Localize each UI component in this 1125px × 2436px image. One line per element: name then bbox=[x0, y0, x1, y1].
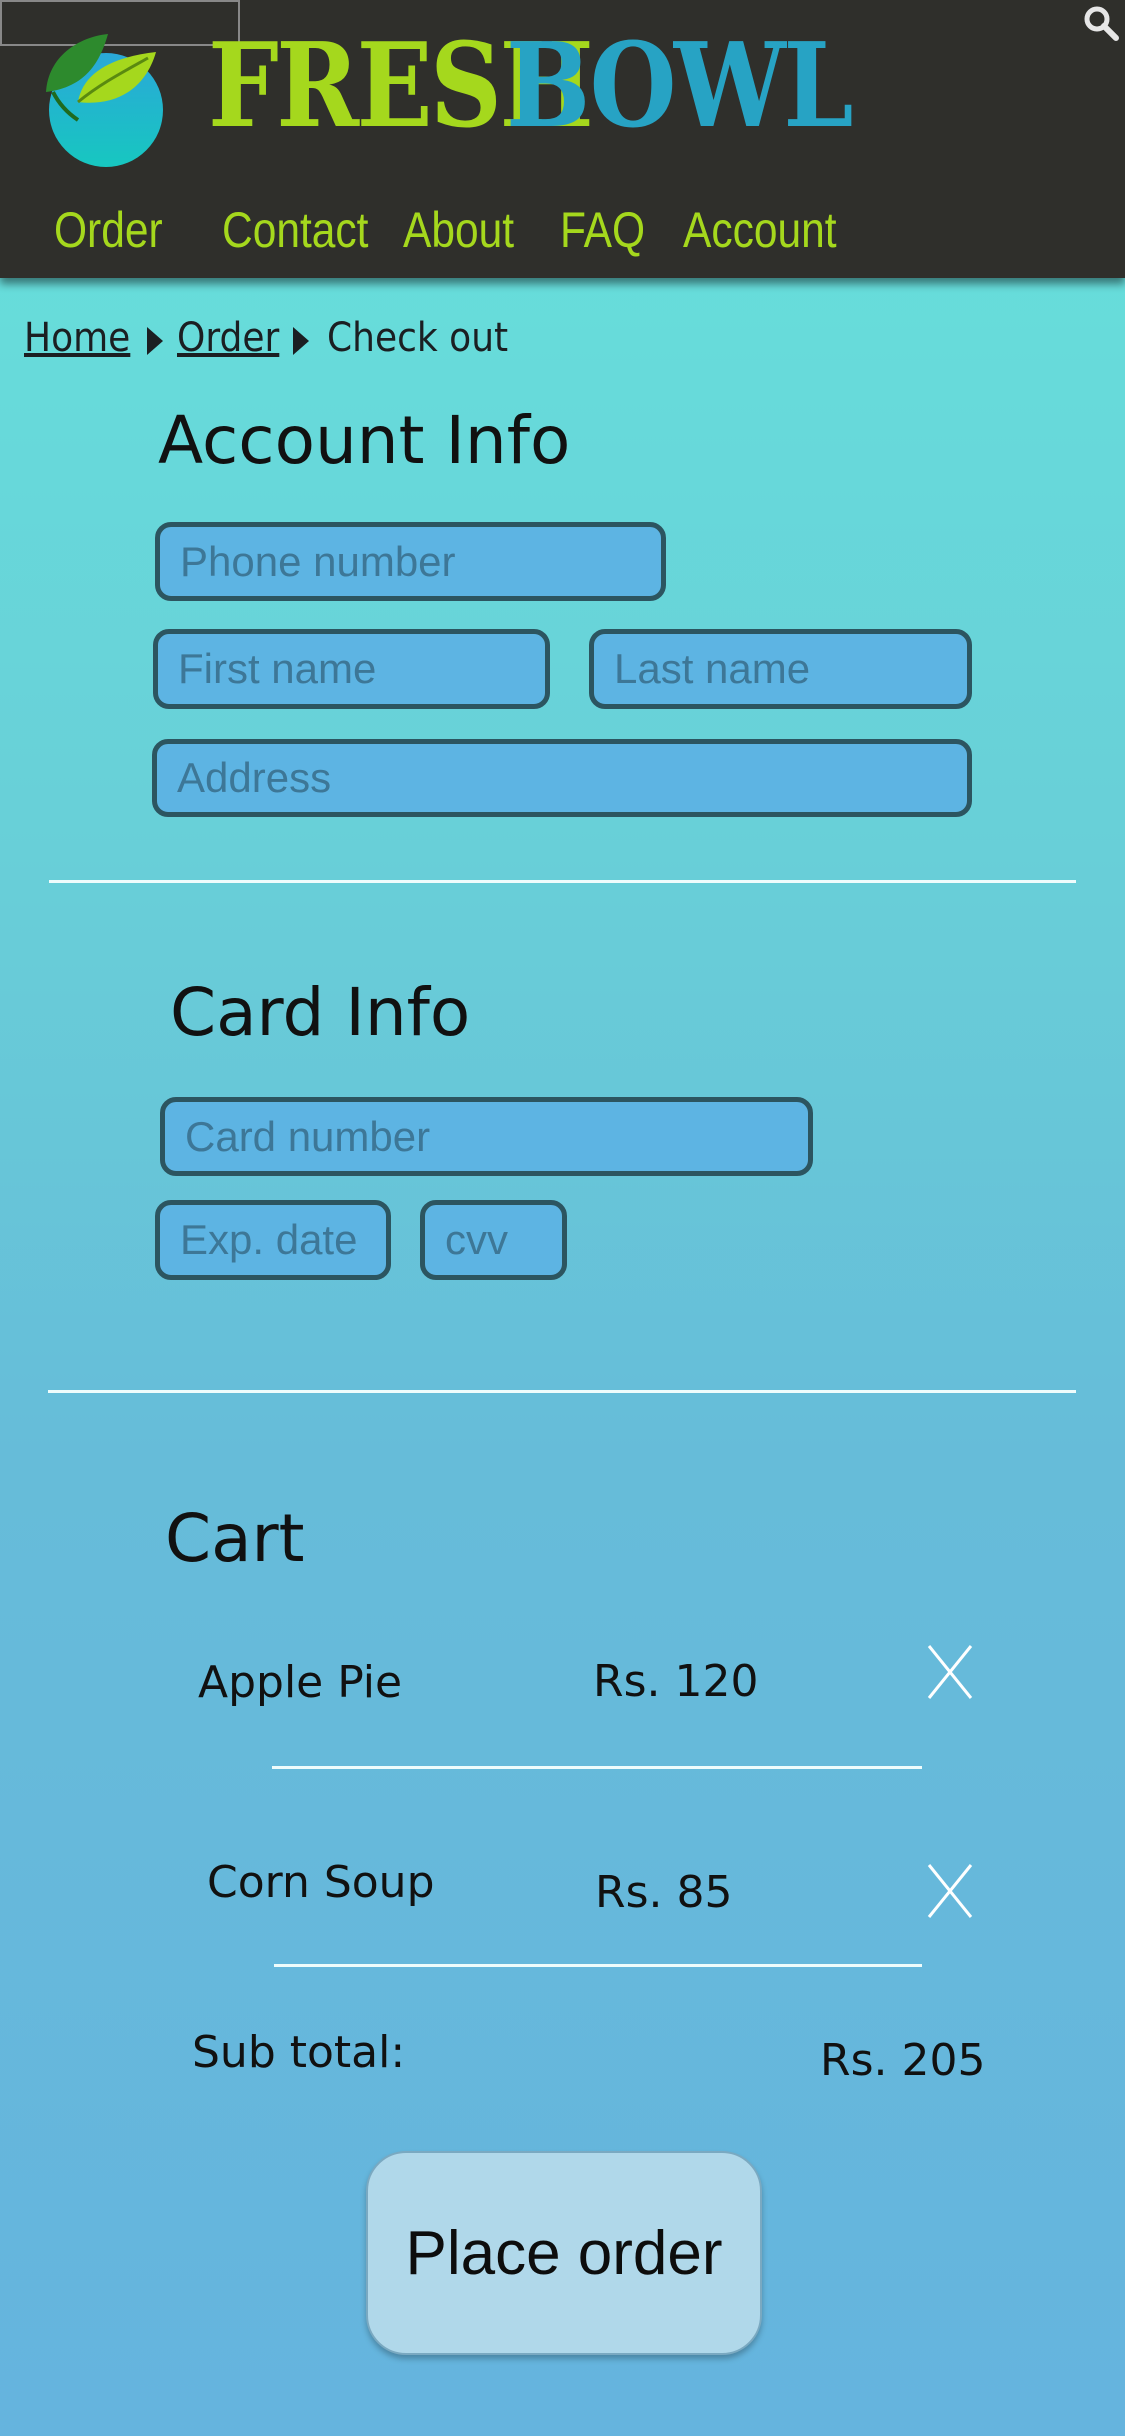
address-field[interactable] bbox=[152, 739, 972, 817]
cart-item-name: Corn Soup bbox=[207, 1857, 435, 1908]
breadcrumb-home-link[interactable]: Home bbox=[24, 318, 130, 358]
brand-word-bowl: BOWL bbox=[506, 18, 854, 154]
cart-item-price: Rs. 120 bbox=[593, 1656, 759, 1707]
phone-number-field[interactable] bbox=[155, 522, 666, 601]
exp-date-field[interactable] bbox=[155, 1200, 391, 1280]
nav-item-faq[interactable]: FAQ bbox=[560, 205, 645, 255]
nav-item-account[interactable]: Account bbox=[683, 205, 837, 255]
breadcrumb-order-link[interactable]: Order bbox=[177, 318, 279, 358]
chevron-right-icon bbox=[147, 327, 163, 355]
account-info-title: Account Info bbox=[158, 402, 571, 479]
app-header: FRESH BOWL Order Contact About FAQ Accou… bbox=[0, 0, 1125, 278]
chevron-right-icon bbox=[293, 327, 309, 355]
cart-item-price: Rs. 85 bbox=[595, 1867, 733, 1918]
cart-title: Cart bbox=[165, 1500, 305, 1577]
cart-item-name: Apple Pie bbox=[198, 1657, 403, 1708]
remove-item-close-icon[interactable] bbox=[926, 1862, 974, 1920]
subtotal-label: Sub total: bbox=[192, 2027, 406, 2078]
search-input[interactable] bbox=[4, 4, 198, 40]
card-info-title: Card Info bbox=[170, 974, 471, 1051]
nav-item-order[interactable]: Order bbox=[54, 205, 163, 255]
remove-item-close-icon[interactable] bbox=[926, 1643, 974, 1701]
cvv-field[interactable] bbox=[420, 1200, 567, 1280]
section-divider bbox=[48, 1390, 1076, 1393]
search-icon[interactable] bbox=[1081, 4, 1121, 42]
nav-item-contact[interactable]: Contact bbox=[222, 205, 368, 255]
nav-item-about[interactable]: About bbox=[403, 205, 514, 255]
section-divider bbox=[49, 880, 1076, 883]
first-name-field[interactable] bbox=[153, 629, 550, 709]
search-box bbox=[0, 0, 1119, 46]
cart-item-divider bbox=[272, 1766, 922, 1769]
cart-item-divider bbox=[274, 1964, 922, 1967]
place-order-button[interactable]: Place order bbox=[366, 2151, 762, 2355]
bowl-logo-icon bbox=[46, 34, 163, 167]
card-number-field[interactable] bbox=[160, 1097, 813, 1176]
subtotal-value: Rs. 205 bbox=[820, 2035, 986, 2086]
breadcrumb-current: Check out bbox=[327, 315, 509, 361]
last-name-field[interactable] bbox=[589, 629, 972, 709]
